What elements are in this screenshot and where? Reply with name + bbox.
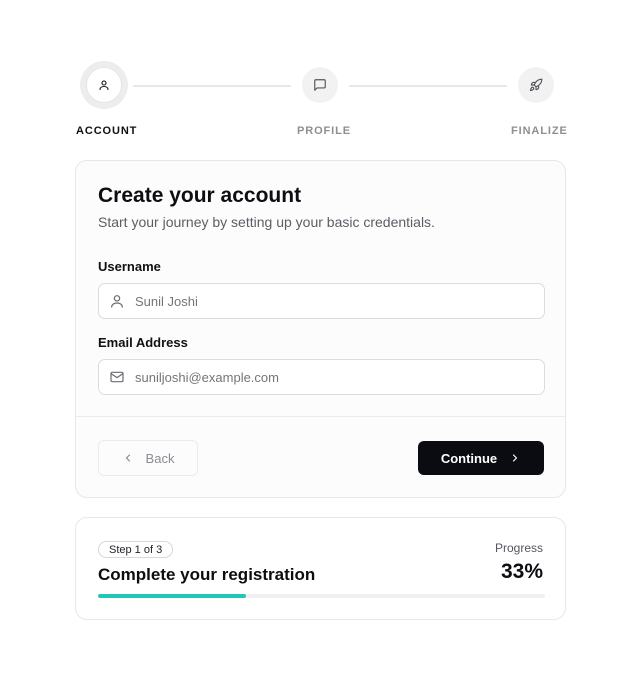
progress-title: Complete your registration [98, 565, 316, 584]
card-divider [76, 416, 565, 417]
step-connector [349, 85, 507, 87]
step-account-label: ACCOUNT [76, 125, 138, 137]
rocket-icon [529, 78, 543, 92]
step-badge: Step 1 of 3 [98, 541, 174, 558]
account-form-card: Create your account Start your journey b… [75, 160, 566, 498]
email-input[interactable] [135, 369, 544, 385]
email-field[interactable] [98, 359, 545, 395]
progress-bar-fill [98, 594, 246, 598]
chevron-right-icon [509, 452, 521, 464]
step-profile-indicator[interactable] [302, 67, 338, 103]
continue-button-label: Continue [440, 450, 498, 466]
step-finalize-indicator[interactable] [518, 67, 554, 103]
progress-percentage: 33% [500, 560, 543, 583]
back-button[interactable]: Back [98, 440, 198, 476]
stepper: ACCOUNT PROFILE FINALIZE [0, 0, 636, 150]
username-label: Username [98, 259, 161, 274]
progress-label: Progress [494, 541, 543, 555]
step-finalize-label: FINALIZE [511, 125, 568, 137]
message-square-icon [313, 78, 327, 92]
user-icon [98, 79, 110, 91]
step-account-indicator[interactable] [86, 67, 122, 103]
username-field[interactable] [98, 283, 545, 319]
chevron-left-icon [122, 452, 134, 464]
step-connector [133, 85, 291, 87]
continue-button[interactable]: Continue [418, 441, 544, 475]
mail-icon [109, 369, 125, 385]
progress-card: Step 1 of 3 Complete your registration P… [75, 517, 566, 620]
email-label: Email Address [98, 335, 188, 350]
back-button-label: Back [145, 450, 175, 466]
page-title: Create your account [98, 184, 302, 207]
username-input[interactable] [135, 293, 544, 309]
step-profile-label: PROFILE [297, 125, 351, 137]
page-subtitle: Start your journey by setting up your ba… [98, 214, 435, 230]
progress-bar [98, 594, 545, 598]
user-icon [109, 293, 125, 309]
